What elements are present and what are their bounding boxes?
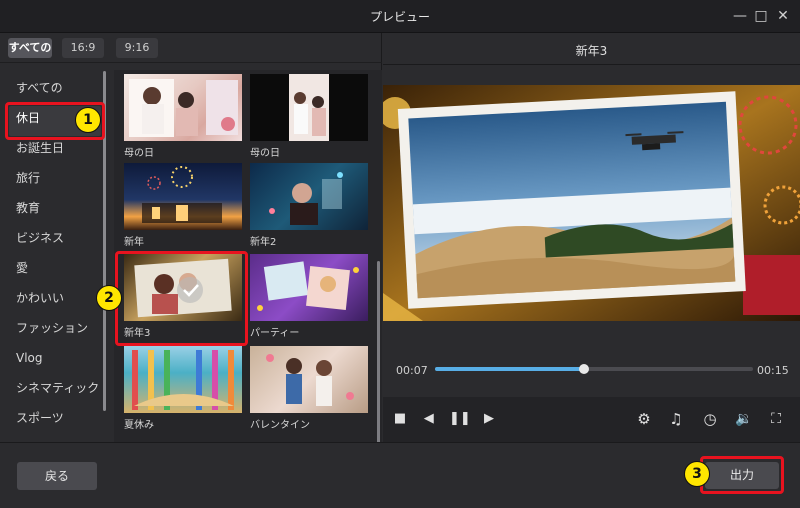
category-cute[interactable]: かわいい bbox=[16, 285, 104, 311]
video-preview[interactable] bbox=[383, 85, 800, 321]
footer-bar: 戻る 出力 bbox=[0, 442, 800, 508]
clock-icon[interactable]: ◷ bbox=[700, 409, 720, 429]
prev-frame-icon[interactable]: ◀ bbox=[420, 409, 440, 429]
template-label: 新年2 bbox=[250, 237, 277, 248]
template-scrollbar[interactable] bbox=[377, 261, 380, 471]
category-cinematic[interactable]: シネマティック bbox=[16, 375, 104, 401]
template-thumbnail[interactable] bbox=[250, 346, 368, 413]
preview-panel: 新年3 00:07 00:15 ■ ◀ ❚❚ ▶ ⚙ ♫ ◷ 🔉 ⛶ bbox=[383, 33, 800, 442]
playback-controls: ■ ◀ ❚❚ ▶ ⚙ ♫ ◷ 🔉 ⛶ bbox=[383, 397, 800, 442]
seek-handle[interactable] bbox=[579, 364, 590, 374]
template-thumbnail-image bbox=[129, 79, 238, 137]
template-thumbnail-image bbox=[132, 350, 234, 410]
template-thumbnail[interactable] bbox=[250, 254, 368, 321]
template-label: バレンタイン bbox=[250, 420, 310, 431]
stop-icon[interactable]: ■ bbox=[390, 409, 410, 429]
window-title: プレビュー bbox=[369, 10, 430, 24]
template-label: パーティー bbox=[250, 328, 300, 339]
template-thumbnail-image bbox=[257, 261, 359, 311]
template-thumbnail[interactable] bbox=[124, 74, 242, 141]
category-love[interactable]: 愛 bbox=[16, 255, 104, 281]
step-badge: 1 bbox=[75, 107, 101, 133]
next-frame-icon[interactable]: ▶ bbox=[479, 409, 499, 429]
template-thumbnail-image bbox=[142, 166, 222, 223]
step-badge: 3 bbox=[684, 461, 710, 487]
template-browser: すべての 16:9 9:16 すべての 休日 お誕生日 旅行 教育 ビジネス 愛… bbox=[0, 33, 382, 471]
template-thumbnail-image bbox=[269, 172, 343, 225]
preview-window: プレビュー — □ ✕ すべての 16:9 9:16 すべての 休日 お誕生日 … bbox=[0, 0, 800, 508]
category-business[interactable]: ビジネス bbox=[16, 225, 104, 251]
settings-gear-icon[interactable]: ⚙ bbox=[634, 409, 654, 429]
video-frame-image bbox=[383, 85, 800, 321]
step-badge: 2 bbox=[96, 285, 122, 311]
template-highlight-box bbox=[115, 251, 248, 346]
template-label: 新年 bbox=[124, 237, 144, 248]
template-thumbnail[interactable] bbox=[124, 163, 242, 230]
template-label: 母の日 bbox=[250, 148, 280, 159]
divider bbox=[383, 64, 800, 65]
template-thumbnail-image bbox=[266, 354, 354, 406]
template-thumbnail[interactable] bbox=[250, 74, 368, 141]
category-travel[interactable]: 旅行 bbox=[16, 165, 104, 191]
template-label: 夏休み bbox=[124, 420, 154, 431]
current-time: 00:07 bbox=[396, 364, 428, 377]
volume-icon[interactable]: 🔉 bbox=[734, 409, 754, 429]
preview-title: 新年3 bbox=[575, 44, 608, 58]
category-fashion[interactable]: ファッション bbox=[16, 315, 104, 341]
ratio-all-button[interactable]: すべての bbox=[8, 38, 52, 58]
seek-progress bbox=[435, 367, 585, 371]
music-icon[interactable]: ♫ bbox=[666, 409, 686, 429]
template-label: 母の日 bbox=[124, 148, 154, 159]
template-thumbnail-image bbox=[289, 74, 329, 141]
template-thumbnail[interactable] bbox=[250, 163, 368, 230]
pause-icon[interactable]: ❚❚ bbox=[449, 409, 471, 429]
category-education[interactable]: 教育 bbox=[16, 195, 104, 221]
ratio-16-9-button[interactable]: 16:9 bbox=[62, 38, 104, 58]
category-sports[interactable]: スポーツ bbox=[16, 405, 104, 431]
category-vlog[interactable]: Vlog bbox=[16, 345, 104, 371]
maximize-icon[interactable]: □ bbox=[750, 5, 772, 27]
ratio-9-16-button[interactable]: 9:16 bbox=[116, 38, 158, 58]
seek-bar[interactable] bbox=[435, 364, 753, 374]
title-bar: プレビュー — □ ✕ bbox=[0, 0, 800, 33]
back-button[interactable]: 戻る bbox=[17, 462, 97, 490]
template-thumbnail[interactable] bbox=[124, 346, 242, 413]
total-time: 00:15 bbox=[757, 364, 789, 377]
ratio-filter-bar: すべての 16:9 9:16 bbox=[0, 33, 382, 63]
close-icon[interactable]: ✕ bbox=[772, 5, 794, 27]
category-all[interactable]: すべての bbox=[16, 75, 104, 101]
fullscreen-icon[interactable]: ⛶ bbox=[766, 409, 786, 429]
export-button[interactable]: 出力 bbox=[705, 462, 779, 489]
minimize-icon[interactable]: — bbox=[729, 5, 751, 27]
